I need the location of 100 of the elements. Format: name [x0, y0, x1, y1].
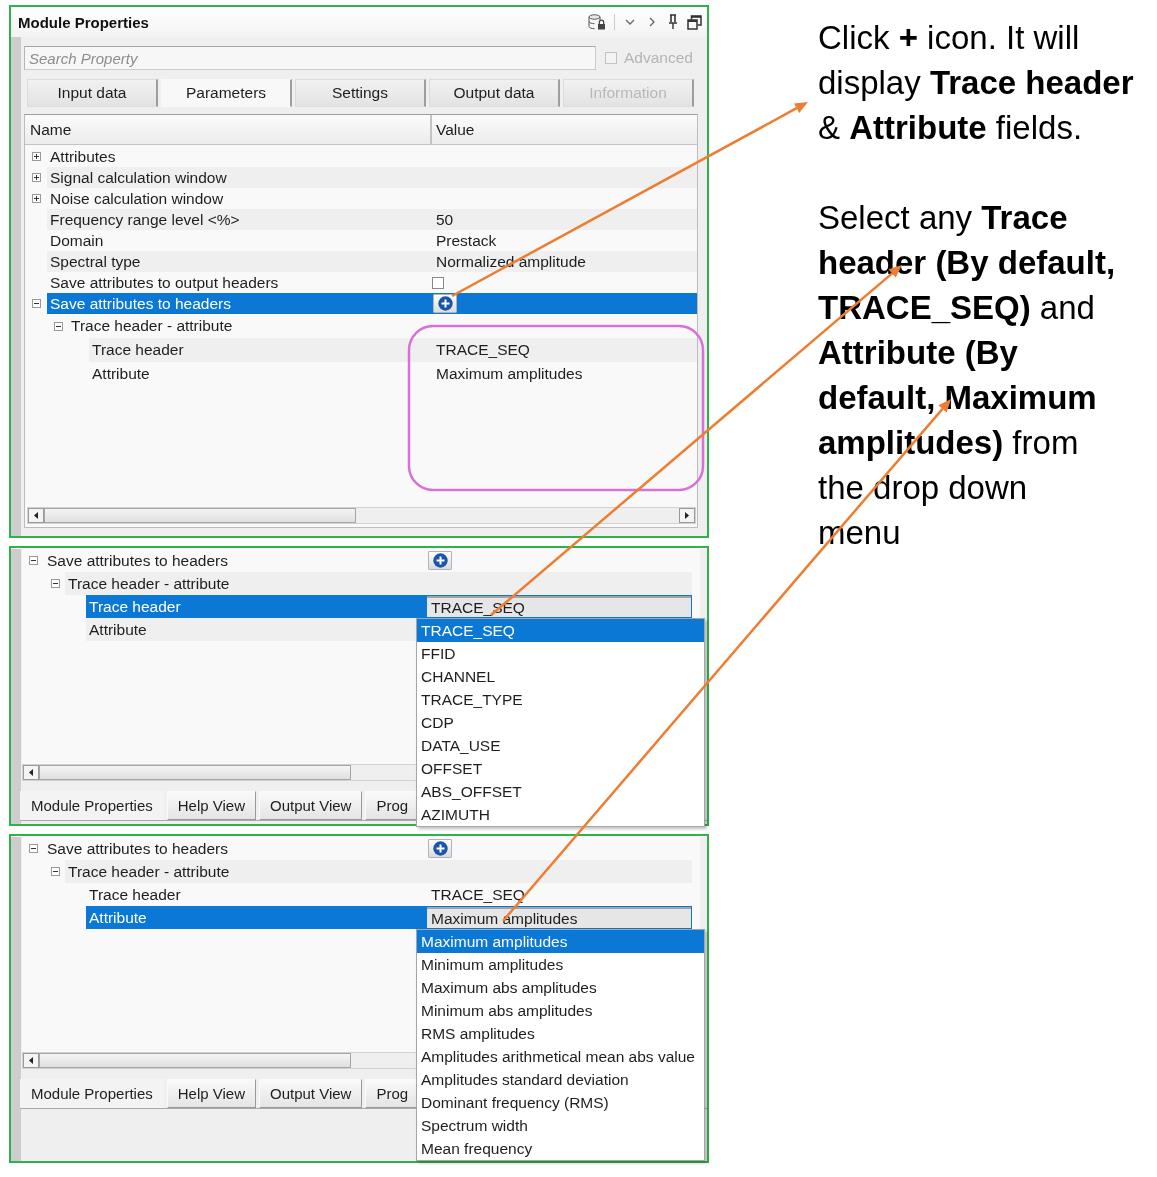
plus-box-icon[interactable] — [32, 173, 41, 182]
checkbox[interactable] — [432, 276, 444, 289]
dropdown-option[interactable]: AZIMUTH — [417, 803, 704, 826]
dropdown-option[interactable]: Dominant frequency (RMS) — [417, 1091, 704, 1114]
property-name: Trace header — [88, 885, 181, 904]
dropdown-field[interactable]: Maximum amplitudes — [427, 907, 691, 928]
property-row[interactable]: Spectral type Normalized amplitude — [47, 251, 697, 272]
property-name: Noise calculation window — [49, 189, 224, 208]
property-row[interactable]: Save attributes to headers — [47, 293, 697, 314]
property-name: Save attributes to headers — [46, 839, 228, 858]
minus-box-icon[interactable] — [32, 299, 41, 308]
property-name: Trace header - attribute — [67, 574, 230, 593]
dropdown-option[interactable]: ABS_OFFSET — [417, 780, 704, 803]
plus-circle-icon — [432, 841, 448, 856]
horizontal-scrollbar[interactable] — [22, 764, 417, 781]
property-row[interactable]: Attributes — [47, 146, 697, 167]
dropdown-option[interactable]: TRACE_SEQ — [417, 619, 704, 642]
property-name: Spectral type — [49, 252, 141, 271]
property-value: TRACE_SEQ — [435, 341, 530, 359]
dropdown-option[interactable]: Maximum amplitudes — [417, 930, 704, 953]
add-button[interactable] — [433, 294, 457, 313]
property-row[interactable]: Save attributes to headers — [44, 837, 692, 860]
tab[interactable]: Output View — [259, 791, 363, 820]
dropdown-option[interactable]: Mean frequency — [417, 1137, 704, 1160]
tab[interactable]: Parameters — [161, 79, 292, 107]
plus-box-icon[interactable] — [32, 194, 41, 203]
tab[interactable]: Module Properties — [20, 1079, 164, 1108]
tab[interactable]: Output data — [429, 79, 560, 107]
property-name: Save attributes to headers — [46, 551, 228, 570]
dropdown-option[interactable]: Minimum abs amplitudes — [417, 999, 704, 1022]
property-name: Save attributes to headers — [49, 294, 231, 313]
dropdown-option[interactable]: CDP — [417, 711, 704, 734]
search-field[interactable]: Search Property — [24, 46, 596, 70]
property-row[interactable]: Save attributes to headers — [44, 549, 692, 572]
scrollbar-thumb[interactable] — [44, 508, 356, 523]
property-name: Save attributes to output headers — [49, 273, 279, 292]
property-row[interactable]: Signal calculation window — [47, 167, 697, 188]
dropdown-option[interactable]: Spectrum width — [417, 1114, 704, 1137]
minus-box-icon[interactable] — [51, 867, 60, 876]
dropdown-option[interactable]: Amplitudes arithmetical mean abs value — [417, 1045, 704, 1068]
add-button[interactable] — [428, 839, 452, 858]
minus-box-icon[interactable] — [29, 556, 38, 565]
minus-box-icon[interactable] — [51, 579, 60, 588]
tab[interactable]: Help View — [166, 1079, 256, 1108]
property-row[interactable]: Trace header TRACE_SEQ — [89, 338, 697, 362]
property-name: Trace header - attribute — [70, 317, 233, 335]
property-name: Signal calculation window — [49, 168, 227, 187]
dropdown-option[interactable]: DATA_USE — [417, 734, 704, 757]
property-row[interactable]: Frequency range level <%> 50 — [47, 209, 697, 230]
property-value: Prestack — [435, 231, 497, 250]
dropdown-option[interactable]: CHANNEL — [417, 665, 704, 688]
scroll-left-button[interactable] — [28, 508, 44, 523]
dropdown-option[interactable]: FFID — [417, 642, 704, 665]
pin-icon[interactable] — [667, 14, 679, 30]
horizontal-scrollbar[interactable] — [22, 1052, 417, 1069]
tab[interactable]: Module Properties — [20, 791, 164, 820]
plus-circle-icon — [432, 553, 448, 568]
tab[interactable]: Input data — [27, 79, 158, 107]
dropdown-option[interactable]: Maximum abs amplitudes — [417, 976, 704, 999]
plus-box-icon[interactable] — [32, 152, 41, 161]
minus-box-icon[interactable] — [29, 844, 38, 853]
scroll-left-button[interactable] — [23, 1053, 39, 1068]
dropdown-option[interactable]: Minimum amplitudes — [417, 953, 704, 976]
dropdown-option[interactable]: Amplitudes standard deviation — [417, 1068, 704, 1091]
left-triangle-icon — [29, 769, 33, 776]
property-value: 50 — [435, 210, 454, 229]
property-row[interactable]: Noise calculation window — [47, 188, 697, 209]
property-row[interactable]: Trace header - attribute — [65, 572, 692, 595]
add-button[interactable] — [428, 551, 452, 570]
instruction-text: Click + icon. It will display Trace header & Attribute fields. — [818, 18, 1135, 148]
database-icon[interactable] — [588, 14, 606, 30]
property-value: TRACE_SEQ — [430, 885, 525, 904]
property-name: Attribute — [91, 365, 150, 383]
restore-window-icon[interactable] — [687, 14, 702, 30]
property-row[interactable]: Trace header TRACE_SEQ — [86, 883, 692, 906]
property-row[interactable]: Trace header - attribute — [68, 314, 697, 338]
property-row[interactable]: Trace header - attribute — [65, 860, 692, 883]
tab[interactable]: Output View — [259, 1079, 363, 1108]
property-name: Frequency range level <%> — [49, 210, 240, 229]
dropdown-option[interactable]: RMS amplitudes — [417, 1022, 704, 1045]
tab[interactable]: Settings — [295, 79, 426, 107]
property-row[interactable]: Save attributes to output headers — [47, 272, 697, 293]
scrollbar-thumb[interactable] — [39, 765, 351, 780]
horizontal-scrollbar[interactable] — [27, 507, 696, 524]
dropdown-option[interactable]: OFFSET — [417, 757, 704, 780]
tab[interactable]: Help View — [166, 791, 256, 820]
property-name: Attribute — [88, 908, 147, 927]
property-name: Trace header — [88, 597, 181, 616]
scrollbar-thumb[interactable] — [39, 1053, 351, 1068]
dropdown-option[interactable]: TRACE_TYPE — [417, 688, 704, 711]
right-triangle-icon — [685, 512, 689, 519]
checkbox-label: Advanced — [624, 49, 693, 67]
scroll-right-button[interactable] — [679, 508, 695, 523]
property-row[interactable]: Attribute Maximum amplitudes — [89, 362, 697, 386]
property-name: Trace header - attribute — [67, 862, 230, 881]
minus-box-icon[interactable] — [54, 321, 63, 331]
property-name: Attribute — [88, 620, 147, 639]
property-row[interactable]: Domain Prestack — [47, 230, 697, 251]
scroll-left-button[interactable] — [23, 765, 39, 780]
left-triangle-icon — [29, 1057, 33, 1064]
